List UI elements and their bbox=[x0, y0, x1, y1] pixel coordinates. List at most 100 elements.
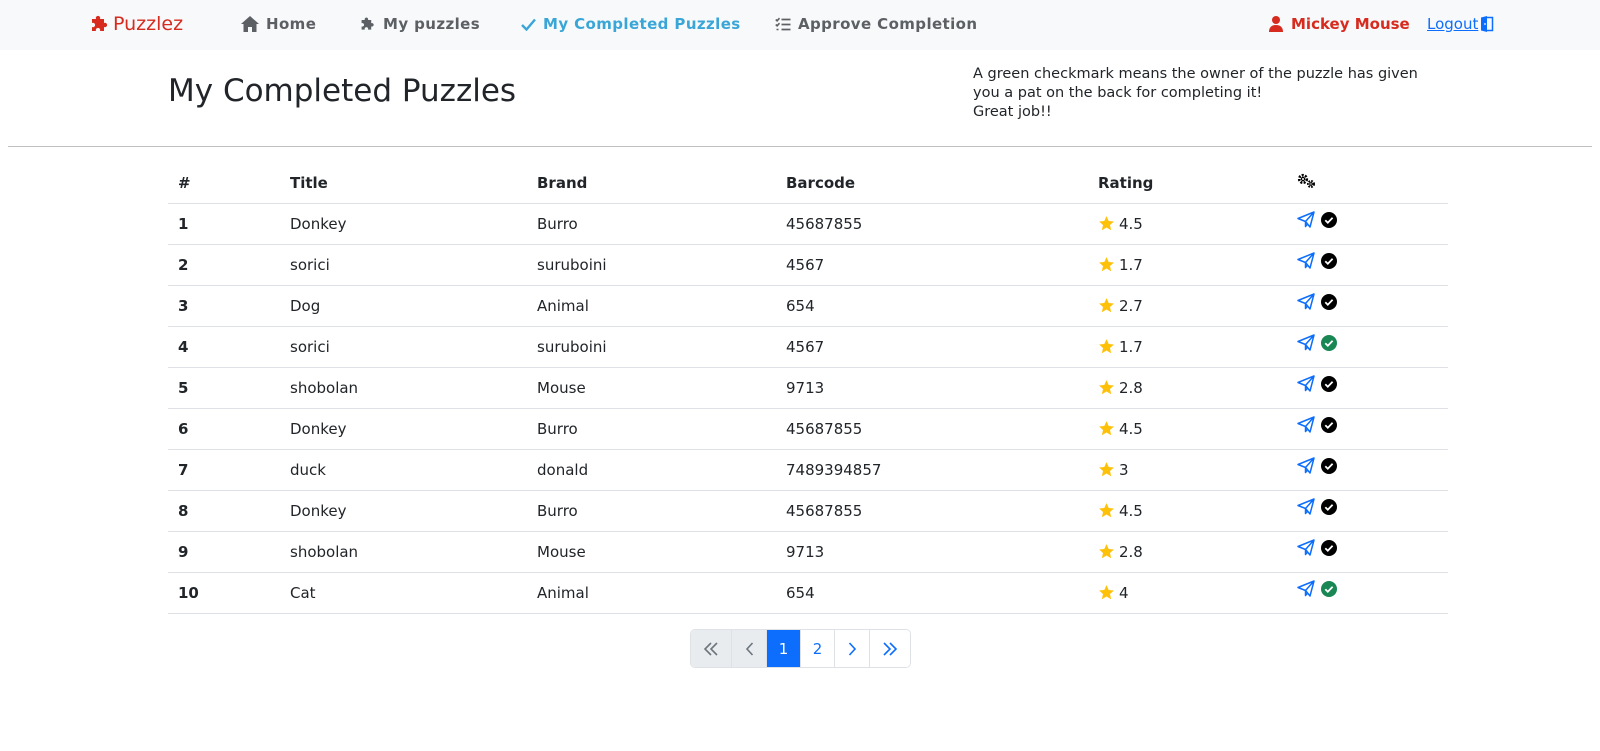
row-barcode: 45687855 bbox=[776, 408, 1088, 450]
first-page-button[interactable] bbox=[691, 630, 732, 667]
gears-icon bbox=[1297, 173, 1317, 189]
row-number: 7 bbox=[168, 449, 280, 491]
send-icon[interactable] bbox=[1297, 375, 1315, 392]
row-rating: 4.5 bbox=[1119, 501, 1143, 520]
row-rating-cell: 2.8 bbox=[1088, 531, 1287, 573]
nav-my-completed-puzzles-link[interactable]: My Completed Puzzles bbox=[521, 15, 741, 33]
row-actions bbox=[1287, 408, 1448, 450]
previous-page-button[interactable] bbox=[732, 630, 767, 667]
row-brand: Animal bbox=[527, 285, 776, 327]
info-line: Great job!! bbox=[973, 104, 1052, 120]
send-icon[interactable] bbox=[1297, 334, 1315, 351]
row-brand: Burro bbox=[527, 408, 776, 450]
row-barcode: 45687855 bbox=[776, 490, 1088, 532]
table-row: 10 Cat Animal 654 4 bbox=[168, 572, 1448, 614]
row-actions bbox=[1287, 531, 1448, 573]
door-open-icon bbox=[1480, 16, 1494, 32]
send-icon[interactable] bbox=[1297, 457, 1315, 474]
check-circle-icon bbox=[1321, 252, 1337, 269]
row-barcode: 9713 bbox=[776, 531, 1088, 573]
last-page-button[interactable] bbox=[870, 630, 910, 667]
row-barcode: 9713 bbox=[776, 367, 1088, 409]
row-rating: 3 bbox=[1119, 460, 1129, 479]
row-rating: 2.8 bbox=[1119, 378, 1143, 397]
nav-approve-completion-label: Approve Completion bbox=[798, 15, 978, 33]
row-title: Donkey bbox=[280, 408, 527, 450]
check-circle-icon bbox=[1321, 334, 1337, 351]
nav-approve-completion-link[interactable]: Approve Completion bbox=[775, 15, 977, 33]
user-name: Mickey Mouse bbox=[1291, 15, 1410, 33]
header-number: # bbox=[168, 163, 280, 204]
row-rating-cell: 1.7 bbox=[1088, 244, 1287, 286]
row-actions bbox=[1287, 285, 1448, 327]
logout-link[interactable]: Logout bbox=[1427, 15, 1494, 33]
nav-my-completed-puzzles-label: My Completed Puzzles bbox=[543, 15, 741, 33]
check-circle-icon bbox=[1321, 211, 1337, 228]
row-title: shobolan bbox=[280, 367, 527, 409]
page-button-2[interactable]: 2 bbox=[801, 630, 835, 667]
check-icon bbox=[521, 18, 536, 31]
row-number: 6 bbox=[168, 408, 280, 450]
info-line: you a pat on the back for completing it! bbox=[973, 85, 1263, 101]
row-actions bbox=[1287, 490, 1448, 532]
check-circle-icon bbox=[1321, 580, 1337, 597]
row-rating: 4.5 bbox=[1119, 214, 1143, 233]
chevron-right-icon bbox=[848, 641, 857, 656]
row-rating-cell: 3 bbox=[1088, 449, 1287, 491]
row-brand: suruboini bbox=[527, 244, 776, 286]
row-number: 4 bbox=[168, 326, 280, 368]
user-profile[interactable]: Mickey Mouse bbox=[1269, 15, 1410, 33]
row-barcode: 45687855 bbox=[776, 203, 1088, 245]
send-icon[interactable] bbox=[1297, 293, 1315, 310]
row-barcode: 4567 bbox=[776, 326, 1088, 368]
next-page-button[interactable] bbox=[835, 630, 870, 667]
row-brand: Animal bbox=[527, 572, 776, 614]
check-circle-icon bbox=[1321, 416, 1337, 433]
send-icon[interactable] bbox=[1297, 498, 1315, 515]
check-circle-icon bbox=[1321, 293, 1337, 310]
table-row: 1 Donkey Burro 45687855 4.5 bbox=[168, 203, 1448, 245]
star-icon bbox=[1098, 256, 1115, 273]
page-title: My Completed Puzzles bbox=[168, 73, 517, 109]
row-number: 8 bbox=[168, 490, 280, 532]
header-barcode: Barcode bbox=[776, 163, 1088, 204]
star-icon bbox=[1098, 420, 1115, 437]
row-title: sorici bbox=[280, 326, 527, 368]
row-rating: 4 bbox=[1119, 583, 1129, 602]
row-rating-cell: 2.8 bbox=[1088, 367, 1287, 409]
row-barcode: 4567 bbox=[776, 244, 1088, 286]
check-circle-icon bbox=[1321, 375, 1337, 392]
table-row: 5 shobolan Mouse 9713 2.8 bbox=[168, 367, 1448, 409]
star-icon bbox=[1098, 215, 1115, 232]
row-number: 2 bbox=[168, 244, 280, 286]
user-icon bbox=[1269, 16, 1283, 32]
row-actions bbox=[1287, 367, 1448, 409]
star-icon bbox=[1098, 338, 1115, 355]
table-row: 6 Donkey Burro 45687855 4.5 bbox=[168, 408, 1448, 450]
check-circle-icon bbox=[1321, 498, 1337, 515]
row-brand: donald bbox=[527, 449, 776, 491]
row-number: 10 bbox=[168, 572, 280, 614]
nav-my-puzzles-link[interactable]: My puzzles bbox=[360, 15, 480, 33]
table-row: 9 shobolan Mouse 9713 2.8 bbox=[168, 531, 1448, 573]
row-rating: 1.7 bbox=[1119, 255, 1143, 274]
row-rating-cell: 4 bbox=[1088, 572, 1287, 614]
row-number: 3 bbox=[168, 285, 280, 327]
table-row: 3 Dog Animal 654 2.7 bbox=[168, 285, 1448, 327]
row-barcode: 7489394857 bbox=[776, 449, 1088, 491]
row-actions bbox=[1287, 449, 1448, 491]
nav-home-link[interactable]: Home bbox=[241, 15, 316, 33]
header-actions bbox=[1287, 163, 1448, 204]
brand-logo-link[interactable]: Puzzlez bbox=[90, 13, 183, 35]
send-icon[interactable] bbox=[1297, 580, 1315, 597]
puzzle-piece-icon bbox=[90, 14, 110, 34]
header-rating: Rating bbox=[1088, 163, 1287, 204]
page-button-1[interactable]: 1 bbox=[767, 630, 801, 667]
send-icon[interactable] bbox=[1297, 539, 1315, 556]
star-icon bbox=[1098, 297, 1115, 314]
table-row: 7 duck donald 7489394857 3 bbox=[168, 449, 1448, 491]
star-icon bbox=[1098, 584, 1115, 601]
send-icon[interactable] bbox=[1297, 211, 1315, 228]
send-icon[interactable] bbox=[1297, 416, 1315, 433]
send-icon[interactable] bbox=[1297, 252, 1315, 269]
